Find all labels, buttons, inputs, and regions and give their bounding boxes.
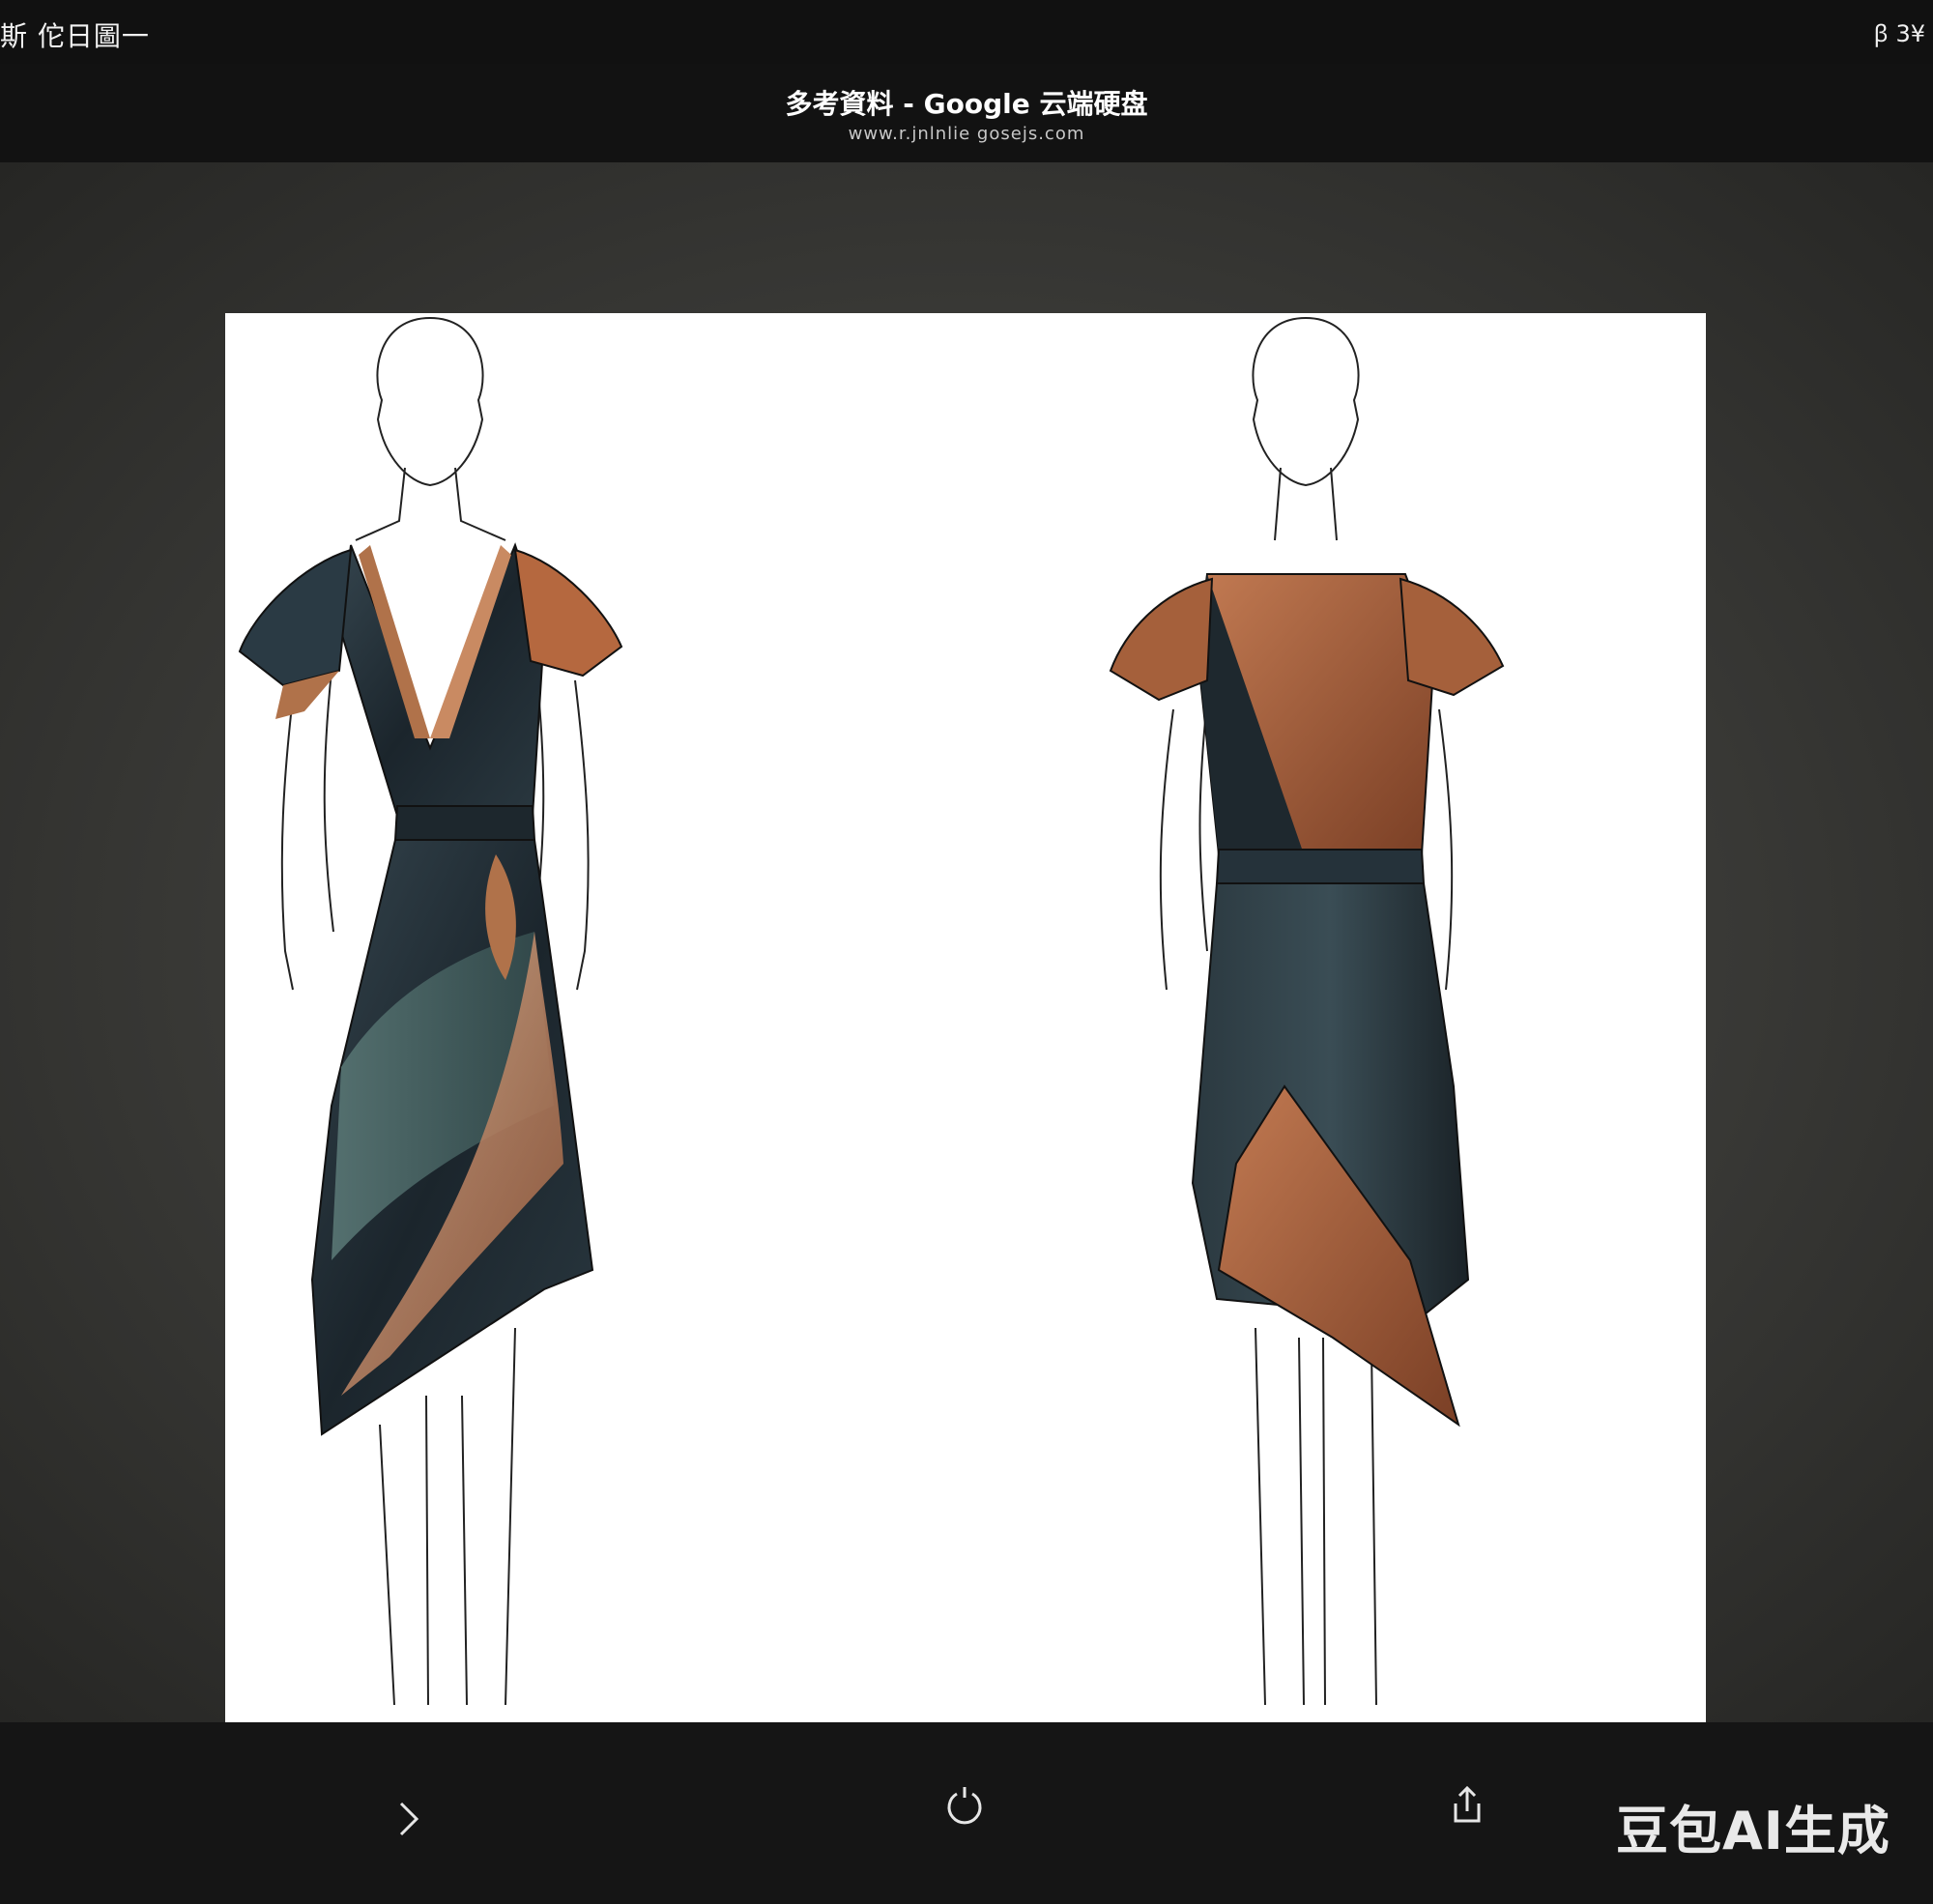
back-view-figure bbox=[1109, 316, 1505, 1706]
source-url: www.r.jnlnlie gosejs.com bbox=[848, 124, 1085, 144]
ai-watermark: 豆包AI生成 bbox=[1616, 1801, 1890, 1861]
page-title: 多考資料 - Google 云端硬盘 bbox=[785, 88, 1148, 120]
status-left-text: 斯 佗日圖一 bbox=[0, 20, 150, 52]
share-icon[interactable] bbox=[1438, 1776, 1496, 1834]
viewer-header: 多考資料 - Google 云端硬盘 www.r.jnlnlie gosejs.… bbox=[0, 64, 1933, 162]
fashion-sketch-image bbox=[225, 313, 1706, 1722]
status-right-text: ꞵ 3¥ bbox=[1873, 20, 1925, 47]
chevron-right-icon[interactable] bbox=[379, 1790, 437, 1848]
front-view-figure bbox=[238, 316, 623, 1706]
rotate-icon[interactable] bbox=[936, 1776, 994, 1834]
status-bar: 斯 佗日圖一 ꞵ 3¥ bbox=[0, 0, 1933, 64]
